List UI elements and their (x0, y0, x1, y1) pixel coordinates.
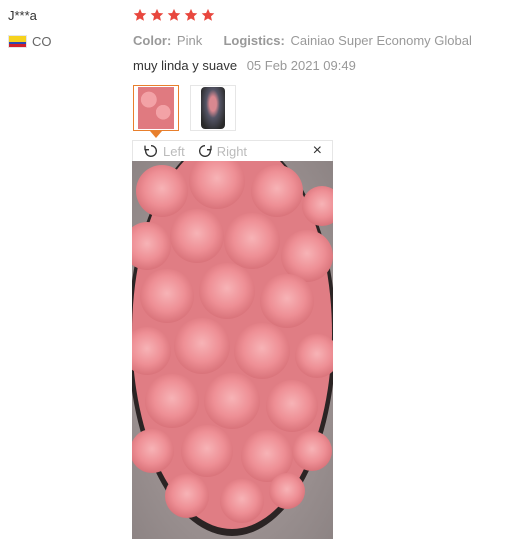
logistics-value: Cainiao Super Economy Global (290, 33, 472, 48)
order-details: Color: Pink Logistics: Cainiao Super Eco… (133, 33, 472, 48)
review-text: muy linda y suave (133, 58, 238, 73)
logistics-label: Logistics: (223, 33, 285, 48)
active-thumbnail-pointer (150, 131, 162, 138)
review-photo-thumbnail-1[interactable] (133, 85, 179, 131)
star-icon (201, 8, 215, 22)
color-label: Color: (133, 33, 172, 48)
colombia-flag-icon (8, 35, 27, 48)
review-photo-large (132, 161, 333, 539)
review-comment-row: muy linda y suave 05 Feb 2021 09:49 (133, 58, 356, 73)
country-code: CO (32, 34, 52, 49)
star-rating (133, 8, 215, 22)
review-photo-thumbnail-2[interactable] (190, 85, 236, 131)
star-icon (133, 8, 147, 22)
rotate-left-icon (144, 145, 157, 157)
photo-viewer-toolbar: Left Right × (132, 140, 333, 161)
color-value: Pink (176, 33, 203, 48)
star-icon (184, 8, 198, 22)
close-icon[interactable]: × (313, 143, 322, 159)
rotate-right-button[interactable]: Right (197, 143, 247, 159)
rotate-right-label: Right (216, 143, 248, 159)
rotate-left-label: Left (163, 143, 185, 159)
star-icon (150, 8, 164, 22)
reviewer-name: J***a (8, 8, 37, 23)
review-date: 05 Feb 2021 09:49 (246, 58, 356, 73)
reviewer-country: CO (8, 34, 52, 49)
rotate-right-icon (198, 145, 212, 157)
pink-fluffy-item-thumbnail (138, 87, 174, 129)
star-icon (167, 8, 181, 22)
slipper-thumbnail (201, 87, 225, 129)
rotate-left-button[interactable]: Left (143, 143, 185, 159)
